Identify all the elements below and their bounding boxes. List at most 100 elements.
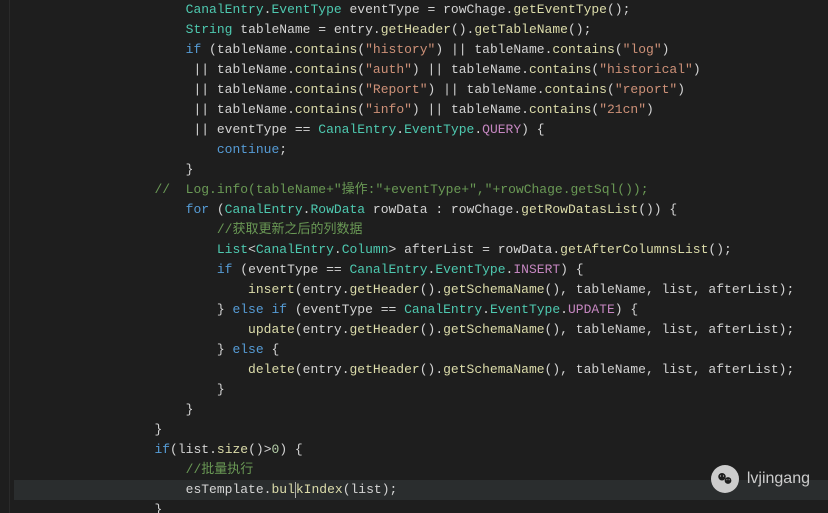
token-punct: ): [693, 62, 701, 77]
code-area[interactable]: CanalEntry. EventType eventType = rowChag…: [10, 0, 828, 513]
token-var: afterList: [708, 282, 778, 297]
code-line[interactable]: if(list.size()>0) {: [14, 440, 828, 460]
code-line[interactable]: }: [14, 420, 828, 440]
token-str: "historical": [599, 62, 693, 77]
token-type: CanalEntry: [186, 2, 264, 17]
token-punct: (),: [545, 362, 576, 377]
token-punct: >: [389, 242, 405, 257]
watermark: lvjingang: [711, 465, 810, 493]
token-method: contains: [295, 82, 357, 97]
token-punct: ,: [693, 282, 709, 297]
gutter: [0, 0, 10, 513]
token-punct: ) ||: [412, 102, 451, 117]
token-var: tableName: [576, 362, 646, 377]
token-var: tableName: [576, 322, 646, 337]
token-punct: ||: [193, 62, 216, 77]
code-line[interactable]: // Log.info(tableName+"操作:"+eventType+",…: [14, 180, 828, 200]
token-var: eventType: [350, 2, 420, 17]
token-punct: ();: [607, 2, 630, 17]
code-line[interactable]: || eventType == CanalEntry.EventType.QUE…: [14, 120, 828, 140]
code-line[interactable]: for (CanalEntry.RowData rowData : rowCha…: [14, 200, 828, 220]
token-punct: }: [217, 382, 225, 397]
code-line[interactable]: }: [14, 380, 828, 400]
token-punct: .: [342, 362, 350, 377]
token-punct: (: [357, 82, 365, 97]
token-punct: .: [342, 282, 350, 297]
token-type: Column: [342, 242, 389, 257]
token-str: "info": [365, 102, 412, 117]
token-var: tableName: [217, 82, 287, 97]
code-line[interactable]: //获取更新之后的列数据: [14, 220, 828, 240]
token-punct: =: [474, 242, 497, 257]
code-line[interactable]: if (tableName.contains("history") || tab…: [14, 40, 828, 60]
token-var: list: [178, 442, 209, 457]
token-kw: for: [186, 202, 209, 217]
token-punct: ();: [708, 242, 731, 257]
code-line[interactable]: || tableName.contains("Report") || table…: [14, 80, 828, 100]
token-punct: .: [287, 62, 295, 77]
token-punct: (: [295, 322, 303, 337]
token-comment: //批量执行: [186, 462, 254, 477]
token-str: "log": [623, 42, 662, 57]
token-punct: );: [779, 282, 795, 297]
token-method: getSchemaName: [443, 362, 544, 377]
code-editor[interactable]: CanalEntry. EventType eventType = rowChag…: [0, 0, 828, 513]
token-var: list: [662, 282, 693, 297]
token-str: "history": [365, 42, 435, 57]
code-line[interactable]: //批量执行: [14, 460, 828, 480]
token-var: entry: [303, 362, 342, 377]
code-line[interactable]: || tableName.contains("info") || tableNa…: [14, 100, 828, 120]
code-line[interactable]: }: [14, 160, 828, 180]
token-punct: (: [615, 42, 623, 57]
code-line[interactable]: String tableName = entry.getHeader().get…: [14, 20, 828, 40]
code-line[interactable]: } else {: [14, 340, 828, 360]
token-punct: (: [357, 42, 365, 57]
token-type: CanalEntry: [404, 302, 482, 317]
token-var: rowChage: [443, 2, 505, 17]
token-type: String: [186, 22, 233, 37]
token-var: tableName: [240, 22, 310, 37]
token-var: tableName: [474, 42, 544, 57]
token-punct: [342, 2, 350, 17]
code-line[interactable]: if (eventType == CanalEntry.EventType.IN…: [14, 260, 828, 280]
wechat-icon: [711, 465, 739, 493]
token-const: INSERT: [513, 262, 560, 277]
code-line[interactable]: }: [14, 500, 828, 513]
code-line[interactable]: } else if (eventType == CanalEntry.Event…: [14, 300, 828, 320]
token-punct: .: [342, 322, 350, 337]
token-punct: =: [310, 22, 333, 37]
token-var: esTemplate: [186, 482, 264, 497]
code-line[interactable]: delete(entry.getHeader().getSchemaName()…: [14, 360, 828, 380]
code-line[interactable]: CanalEntry.EventType eventType = rowChag…: [14, 0, 828, 20]
code-line[interactable]: update(entry.getHeader().getSchemaName()…: [14, 320, 828, 340]
token-str: "auth": [365, 62, 412, 77]
token-type: EventType: [404, 122, 474, 137]
token-punct: (: [232, 262, 248, 277]
token-punct: ): [662, 42, 670, 57]
code-line[interactable]: continue;: [14, 140, 828, 160]
code-line[interactable]: esTemplate.bulkIndex(list);: [14, 480, 828, 500]
token-punct: }: [186, 402, 194, 417]
token-method: getTableName: [474, 22, 568, 37]
token-var: afterList: [404, 242, 474, 257]
token-type: EventType: [490, 302, 560, 317]
token-type: CanalEntry: [225, 202, 303, 217]
token-type: RowData: [310, 202, 365, 217]
token-punct: (: [607, 82, 615, 97]
token-punct: ,: [693, 322, 709, 337]
token-method: getEventType: [513, 2, 607, 17]
token-punct: ==: [287, 122, 318, 137]
token-punct: ) ||: [412, 62, 451, 77]
token-method: getSchemaName: [443, 282, 544, 297]
code-line[interactable]: || tableName.contains("auth") || tableNa…: [14, 60, 828, 80]
token-punct: ) ||: [435, 42, 474, 57]
token-punct: {: [264, 342, 280, 357]
code-line[interactable]: List<CanalEntry.Column> afterList = rowD…: [14, 240, 828, 260]
code-line[interactable]: }: [14, 400, 828, 420]
token-var: tableName: [217, 62, 287, 77]
token-method: update: [248, 322, 295, 337]
token-punct: ,: [693, 362, 709, 377]
token-var: eventType: [248, 262, 318, 277]
code-line[interactable]: insert(entry.getHeader().getSchemaName()…: [14, 280, 828, 300]
token-punct: ) {: [521, 122, 544, 137]
